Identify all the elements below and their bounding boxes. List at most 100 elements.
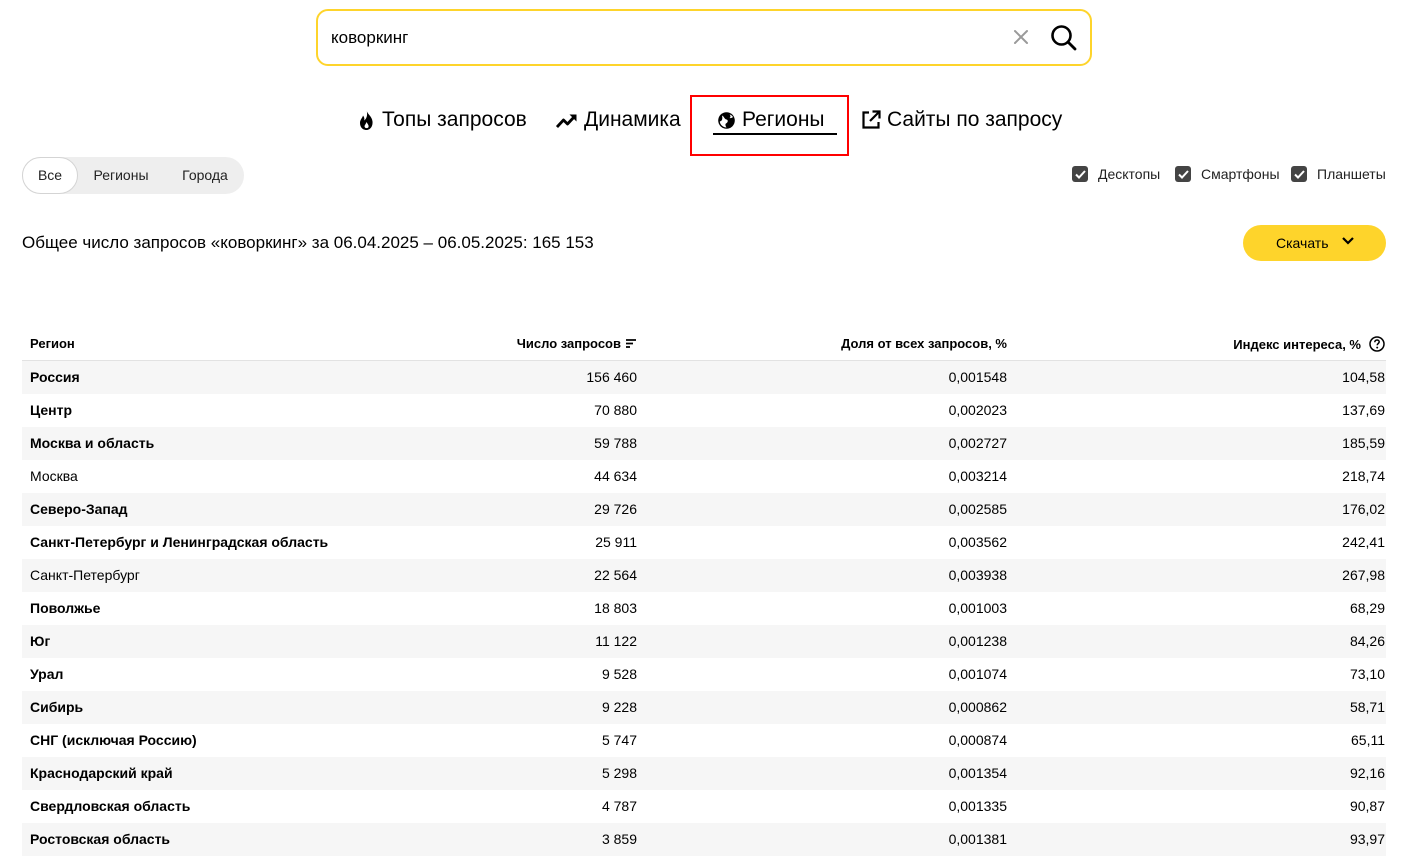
table-row: Урал 9 528 0,001074 73,10: [22, 658, 1386, 691]
tab-label: Динамика: [584, 108, 681, 131]
cell-index: 58,71: [1349, 699, 1385, 715]
cell-share: 0,001074: [948, 666, 1007, 682]
table-row: Москва 44 634 0,003214 218,74: [22, 460, 1386, 493]
cell-count: 3 859: [601, 831, 637, 847]
tab-dynamics[interactable]: Динамика: [556, 108, 681, 132]
checkbox-tablets[interactable]: Планшеты: [1291, 166, 1386, 182]
cell-count: 59 788: [594, 435, 637, 451]
cell-index: 185,59: [1342, 435, 1385, 451]
download-button[interactable]: Скачать: [1243, 225, 1386, 261]
table-body: Россия 156 460 0,001548 104,58 Центр 70 880 0,…: [22, 361, 1386, 856]
cell-share: 0,000874: [948, 732, 1007, 748]
segment-regions[interactable]: Регионы: [84, 157, 158, 194]
cell-index: 84,26: [1349, 633, 1385, 649]
regions-table: Регион Число запросов Доля от всех запро…: [22, 327, 1386, 856]
tab-label: Сайты по запросу: [887, 108, 1063, 131]
cell-share: 0,003938: [948, 567, 1007, 583]
search-box[interactable]: коворкинг: [316, 9, 1092, 66]
table-row: Свердловская область 4 787 0,001335 90,87: [22, 790, 1386, 823]
cell-count: 9 528: [601, 666, 637, 682]
cell-index: 137,69: [1342, 402, 1385, 418]
cell-share: 0,002585: [948, 501, 1007, 517]
table-row: Краснодарский край 5 298 0,001354 92,16: [22, 757, 1386, 790]
cell-count: 44 634: [594, 468, 637, 484]
cell-region: Ростовская область: [30, 831, 171, 847]
table-row: Сибирь 9 228 0,000862 58,71: [22, 691, 1386, 724]
table-row: Северо-Запад 29 726 0,002585 176,02: [22, 493, 1386, 526]
highlight-frame: [690, 95, 849, 156]
cell-share: 0,002023: [948, 402, 1007, 418]
checkbox-label: Планшеты: [1317, 166, 1386, 182]
cell-share: 0,001381: [948, 831, 1007, 847]
cell-region: Центр: [30, 402, 73, 418]
tab-label: Топы запросов: [382, 108, 527, 131]
checkbox-desktops[interactable]: Десктопы: [1072, 166, 1160, 182]
trend-up-icon: [556, 114, 577, 128]
header-index: Индекс интереса, %: [1233, 336, 1385, 352]
cell-count: 11 122: [595, 633, 637, 649]
cell-count: 156 460: [586, 369, 637, 385]
cell-region: Юг: [30, 633, 51, 649]
header-share: Доля от всех запросов, %: [841, 336, 1007, 351]
table-header: Регион Число запросов Доля от всех запро…: [22, 327, 1386, 361]
total-queries-summary: Общее число запросов «коворкинг» за 06.0…: [22, 233, 594, 252]
cell-region: Урал: [30, 666, 64, 682]
search-icon[interactable]: [1050, 24, 1078, 52]
cell-region: Москва и область: [30, 435, 155, 451]
checkbox-smartphones[interactable]: Смартфоны: [1175, 166, 1280, 182]
cell-region: Краснодарский край: [30, 765, 173, 781]
table-row: Россия 156 460 0,001548 104,58: [22, 361, 1386, 394]
cell-count: 4 787: [601, 798, 637, 814]
search-input[interactable]: коворкинг: [331, 28, 408, 48]
table-row: Юг 11 122 0,001238 84,26: [22, 625, 1386, 658]
table-row: СНГ (исключая Россию) 5 747 0,000874 65,11: [22, 724, 1386, 757]
checkbox-icon[interactable]: [1291, 166, 1307, 182]
cell-index: 90,87: [1349, 798, 1385, 814]
cell-index: 68,29: [1349, 600, 1385, 616]
fire-icon: [360, 110, 373, 130]
cell-region: Санкт-Петербург: [30, 567, 140, 583]
checkbox-icon[interactable]: [1175, 166, 1191, 182]
close-icon[interactable]: [1012, 28, 1030, 46]
checkbox-icon[interactable]: [1072, 166, 1088, 182]
tab-sites[interactable]: Сайты по запросу: [861, 108, 1062, 132]
tab-top-queries[interactable]: Топы запросов: [357, 108, 527, 132]
cell-share: 0,001238: [948, 633, 1007, 649]
segment-all[interactable]: Все: [22, 157, 78, 194]
header-count[interactable]: Число запросов: [517, 336, 637, 351]
cell-index: 65,11: [1351, 732, 1385, 748]
table-row: Москва и область 59 788 0,002727 185,59: [22, 427, 1386, 460]
cell-count: 5 298: [601, 765, 637, 781]
cell-region: СНГ (исключая Россию): [30, 732, 197, 748]
cell-share: 0,003562: [948, 534, 1007, 550]
cell-share: 0,000862: [948, 699, 1007, 715]
cell-index: 242,41: [1342, 534, 1385, 550]
region-type-switch: Все Регионы Города: [22, 157, 244, 194]
cell-index: 93,97: [1349, 831, 1385, 847]
segment-cities[interactable]: Города: [170, 157, 240, 194]
cell-index: 104,58: [1342, 369, 1385, 385]
table-row: Ростовская область 3 859 0,001381 93,97: [22, 823, 1386, 856]
cell-count: 22 564: [594, 567, 637, 583]
cell-index: 73,10: [1349, 666, 1385, 682]
cell-share: 0,001354: [948, 765, 1007, 781]
cell-count: 25 911: [595, 534, 637, 550]
help-icon[interactable]: [1369, 336, 1385, 352]
checkbox-label: Десктопы: [1098, 166, 1161, 182]
cell-count: 9 228: [601, 699, 637, 715]
cell-region: Санкт-Петербург и Ленинградская область: [30, 534, 329, 550]
cell-region: Россия: [30, 369, 80, 385]
table-row: Поволжье 18 803 0,001003 68,29: [22, 592, 1386, 625]
cell-count: 5 747: [601, 732, 637, 748]
cell-share: 0,002727: [948, 435, 1007, 451]
table-row: Санкт-Петербург 22 564 0,003938 267,98: [22, 559, 1386, 592]
cell-region: Поволжье: [30, 600, 101, 616]
cell-region: Северо-Запад: [30, 501, 128, 517]
cell-share: 0,001548: [948, 369, 1007, 385]
download-label: Скачать: [1276, 235, 1329, 251]
cell-share: 0,001335: [948, 798, 1007, 814]
cell-index: 176,02: [1342, 501, 1385, 517]
sort-icon[interactable]: [625, 338, 637, 349]
cell-index: 267,98: [1342, 567, 1385, 583]
cell-count: 29 726: [594, 501, 637, 517]
